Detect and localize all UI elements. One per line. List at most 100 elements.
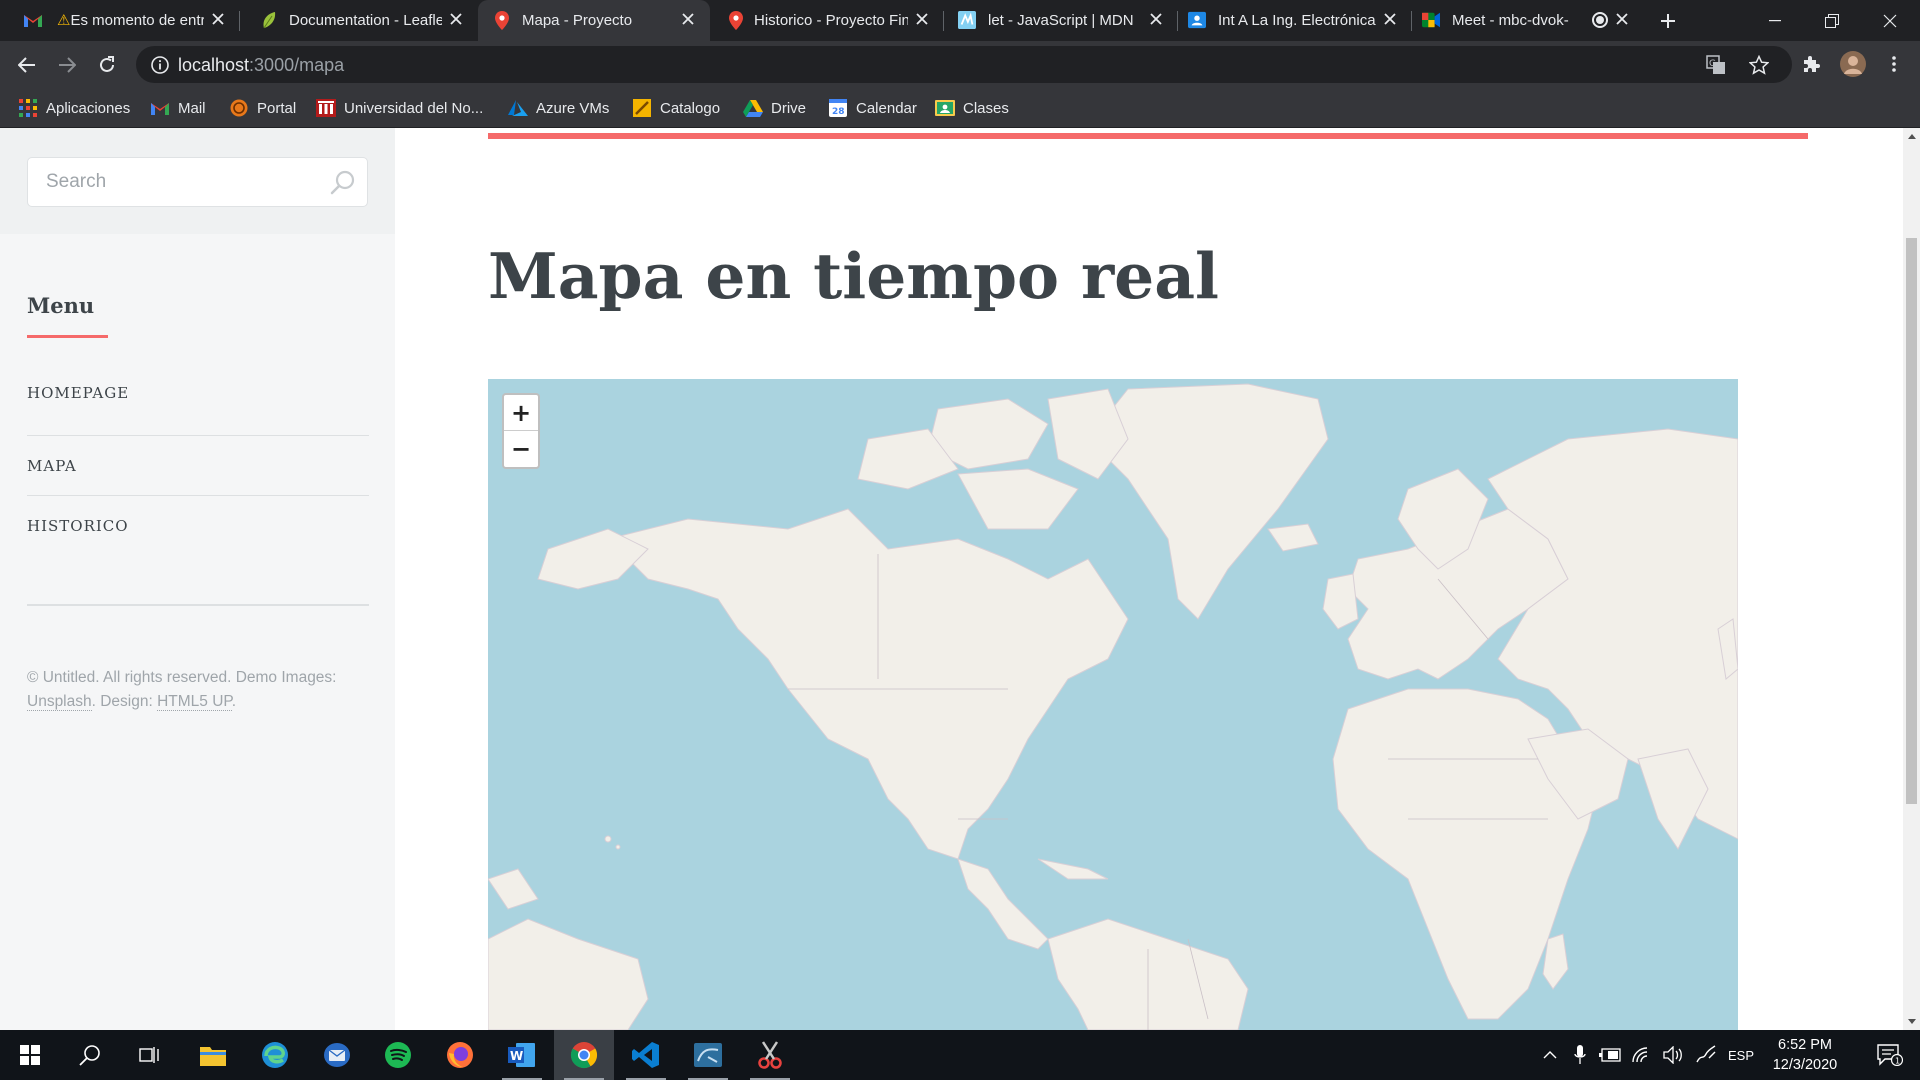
wifi-icon[interactable] (1628, 1030, 1656, 1080)
snipping-tool-icon[interactable] (740, 1030, 800, 1080)
bookmark-label: Portal (257, 99, 297, 117)
tab-mapa-proyecto[interactable]: Mapa - Proyecto (478, 0, 710, 41)
close-tab-icon[interactable] (1611, 8, 1633, 30)
system-clock[interactable]: 6:52 PM 12/3/2020 (1760, 1035, 1850, 1075)
warning-icon: ⚠ (57, 12, 71, 29)
tab-classroom[interactable]: Int A La Ing. Electrónica (1178, 0, 1412, 41)
notifications-icon[interactable]: 1 (1860, 1030, 1920, 1080)
vscode-icon[interactable] (616, 1030, 676, 1080)
chrome-icon[interactable] (554, 1030, 614, 1080)
bookmark-mail[interactable]: Mail (150, 96, 206, 120)
university-icon (316, 98, 336, 118)
extensions-icon[interactable] (1797, 50, 1825, 78)
tab-mdn-let[interactable]: let - JavaScript | MDN (944, 0, 1178, 41)
close-tab-icon[interactable] (677, 8, 699, 30)
bookmark-clases[interactable]: Clases (935, 96, 1009, 120)
pen-workspace-icon[interactable] (1692, 1030, 1720, 1080)
tab-gmail[interactable]: ⚠Es momento de entr (0, 0, 240, 41)
edge-icon[interactable] (245, 1030, 305, 1080)
profile-avatar[interactable] (1839, 50, 1867, 78)
footer-text: . (231, 693, 237, 710)
svg-text:G: G (1709, 59, 1716, 69)
bookmark-label: Aplicaciones (46, 99, 131, 117)
close-tab-icon[interactable] (1145, 8, 1167, 30)
search-input[interactable] (28, 158, 367, 206)
back-button[interactable] (10, 48, 44, 82)
close-tab-icon[interactable] (1379, 8, 1401, 30)
info-icon[interactable] (150, 55, 170, 75)
search-box[interactable] (27, 157, 368, 207)
volume-icon[interactable] (1660, 1030, 1688, 1080)
tab-title: Documentation - Leaflet (289, 12, 442, 29)
microphone-icon[interactable] (1568, 1030, 1592, 1080)
sidebar-divider (27, 604, 369, 606)
svg-text:28: 28 (832, 107, 845, 117)
url-host: localhost (178, 55, 250, 75)
tab-meet[interactable]: Meet - mbc-dvok- (1412, 0, 1644, 41)
tab-historico-proyecto[interactable]: Historico - Proyecto Final (710, 0, 944, 41)
scroll-up-arrow-icon[interactable] (1903, 128, 1920, 145)
meet-icon (1422, 11, 1440, 29)
sidebar-item-homepage[interactable]: HOMEPAGE (27, 376, 369, 436)
recording-icon (1592, 12, 1608, 28)
bookmark-apps[interactable]: Aplicaciones (18, 96, 130, 120)
word-icon[interactable]: W (492, 1030, 552, 1080)
arrow-right-icon (59, 57, 76, 73)
bookmark-portal[interactable]: Portal (229, 96, 296, 120)
reload-button[interactable] (90, 48, 124, 82)
url-text[interactable]: localhost:3000/mapa (178, 55, 344, 75)
sidebar-item-historico[interactable]: HISTORICO (27, 496, 369, 556)
portal-icon (229, 98, 249, 118)
windows-start-icon[interactable] (0, 1030, 60, 1080)
tab-leaflet-docs[interactable]: Documentation - Leaflet (240, 0, 478, 41)
spotify-icon[interactable] (368, 1030, 428, 1080)
bookmark-star-icon[interactable] (1749, 55, 1769, 75)
close-tab-icon[interactable] (207, 8, 229, 30)
footer-link-unsplash[interactable]: Unsplash (27, 693, 92, 711)
bookmark-label: Drive (771, 99, 807, 117)
bookmark-azure[interactable]: Azure VMs (508, 96, 609, 120)
battery-icon[interactable] (1596, 1030, 1624, 1080)
forward-button[interactable] (50, 48, 84, 82)
menu-kebab-icon[interactable] (1880, 50, 1908, 78)
gmail-icon (24, 11, 42, 29)
zoom-in-button[interactable]: + (504, 395, 538, 431)
address-bar[interactable]: localhost:3000/mapa G (136, 46, 1792, 83)
bookmark-label: Azure VMs (536, 99, 610, 117)
footer-text: © Untitled. All rights reserved. Demo Im… (27, 669, 337, 686)
bookmark-catalogo[interactable]: Catalogo (632, 96, 720, 120)
minimize-button[interactable] (1746, 0, 1803, 41)
search-icon[interactable] (329, 169, 357, 197)
thunderbird-icon[interactable] (307, 1030, 367, 1080)
close-tab-icon[interactable] (445, 8, 467, 30)
page-title: Mapa en tiempo real (488, 239, 1219, 313)
chevron-up-icon[interactable] (1538, 1030, 1562, 1080)
windows-taskbar: W ESP 6:52 PM 12/3/2020 1 (0, 1030, 1920, 1080)
task-view-icon[interactable] (120, 1030, 180, 1080)
close-tab-icon[interactable] (911, 8, 933, 30)
new-tab-button[interactable] (1654, 7, 1682, 35)
bookmark-calendar[interactable]: 28 Calendar (828, 96, 917, 120)
clock-date: 12/3/2020 (1772, 1057, 1838, 1073)
page-scrollbar[interactable] (1903, 128, 1920, 1030)
translate-icon[interactable]: G (1706, 55, 1726, 75)
close-window-button[interactable] (1860, 0, 1920, 41)
firefox-icon[interactable] (430, 1030, 490, 1080)
mysql-workbench-icon[interactable] (678, 1030, 738, 1080)
zoom-out-button[interactable]: − (504, 431, 538, 467)
file-explorer-icon[interactable] (183, 1030, 243, 1080)
bookmark-drive[interactable]: Drive (743, 96, 806, 120)
search-icon[interactable] (60, 1030, 120, 1080)
sidebar: Menu HOMEPAGE MAPA HISTORICO © Untitled.… (0, 128, 395, 1030)
leaflet-map[interactable]: + − (488, 379, 1738, 1030)
scrollbar-thumb[interactable] (1906, 238, 1917, 804)
bookmark-universidad[interactable]: Universidad del No... (316, 96, 483, 120)
menu-heading: Menu (27, 293, 95, 318)
language-indicator[interactable]: ESP (1722, 1030, 1760, 1080)
arrow-left-icon (18, 57, 35, 73)
mdn-icon (958, 11, 976, 29)
scroll-down-arrow-icon[interactable] (1903, 1013, 1920, 1030)
restore-button[interactable] (1803, 0, 1860, 41)
sidebar-item-mapa[interactable]: MAPA (27, 436, 369, 496)
footer-link-html5up[interactable]: HTML5 UP (157, 693, 232, 711)
